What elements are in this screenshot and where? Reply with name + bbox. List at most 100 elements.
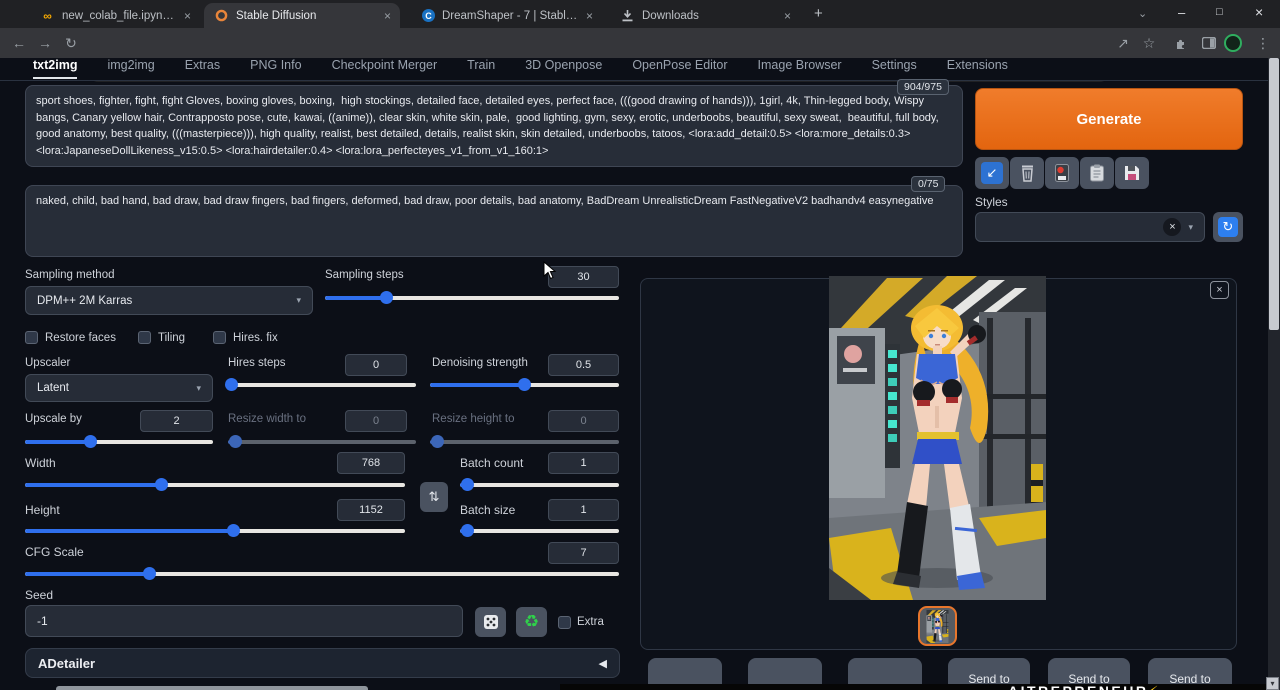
tab-png-info[interactable]: PNG Info [250,58,301,77]
tab-search-icon[interactable]: ⌄ [1138,7,1147,20]
styles-dropdown[interactable]: × ▾ [975,212,1205,242]
tab-close-icon[interactable]: × [184,9,191,23]
resize-width-to-value: 0 [345,410,407,432]
width-slider[interactable] [25,478,405,491]
sampling-steps-slider[interactable] [325,291,619,304]
tab-image-browser[interactable]: Image Browser [758,58,842,77]
bookmark-star-icon[interactable]: ☆ [1138,32,1160,54]
tab-extras[interactable]: Extras [185,58,220,77]
refresh-icon: ↻ [1218,217,1238,237]
extensions-puzzle-icon[interactable] [1170,32,1192,54]
tab-train[interactable]: Train [467,58,495,77]
chevron-down-icon: ▾ [296,295,301,306]
cfg-scale-label: CFG Scale [25,545,84,559]
sampling-method-dropdown[interactable]: DPM++ 2M Karras ▾ [25,286,313,315]
tab-extensions[interactable]: Extensions [947,58,1008,77]
negative-prompt-input[interactable]: naked, child, bad hand, bad draw, bad dr… [25,185,963,257]
clear-prompt-button[interactable] [1010,157,1044,189]
width-value[interactable]: 768 [337,452,405,474]
extra-networks-button[interactable] [1045,157,1079,189]
window-close-button[interactable]: × [1255,4,1263,20]
seed-input[interactable]: -1 [25,605,463,637]
styles-refresh-button[interactable]: ↻ [1213,212,1243,242]
tab-openpose-editor[interactable]: OpenPose Editor [632,58,727,77]
profile-avatar[interactable] [1222,32,1244,54]
batch-size-slider[interactable] [460,524,619,537]
batch-count-slider[interactable] [460,478,619,491]
dice-icon [483,614,499,630]
generated-image[interactable] [829,276,1046,600]
browser-tab-civitai[interactable]: C DreamShaper - 7 | Stable Diffusio × [412,3,602,28]
hires-steps-slider[interactable] [228,378,416,391]
forward-button[interactable]: → [34,32,56,54]
styles-clear-icon[interactable]: × [1163,218,1181,236]
swap-icon: ⇅ [429,489,440,505]
upscaler-dropdown[interactable]: Latent ▾ [25,374,213,402]
random-seed-button[interactable] [475,607,506,637]
batch-size-value[interactable]: 1 [548,499,619,521]
extra-seed-checkbox[interactable] [558,616,571,629]
paste-generation-params-button[interactable]: ↙ [975,157,1009,189]
upscale-by-value[interactable]: 2 [140,410,213,432]
gallery-thumbnail-selected[interactable] [918,606,957,646]
floppy-save-icon [1124,165,1140,181]
browser-tab-strip: ∞ new_colab_file.ipynb - Colaborati × St… [0,0,1280,28]
adetailer-accordion[interactable]: ADetailer ◀ [25,648,620,678]
prompt-input[interactable]: sport shoes, fighter, fight, fight Glove… [25,85,963,167]
save-style-button[interactable] [1115,157,1149,189]
side-panel-icon[interactable] [1198,32,1220,54]
tiling-label: Tiling [158,332,185,344]
reload-button[interactable]: ↻ [60,32,82,54]
browser-menu-icon[interactable]: ⋮ [1252,32,1274,54]
hires-fix-checkbox[interactable] [213,331,226,344]
height-slider[interactable] [25,524,405,537]
share-icon[interactable]: ↗ [1112,32,1134,54]
height-label: Height [25,503,60,517]
tab-close-icon[interactable]: × [586,9,593,23]
civitai-icon: C [422,9,435,22]
gallery-close-button[interactable]: × [1210,281,1229,299]
back-button[interactable]: ← [8,32,30,54]
window-maximize-button[interactable]: □ [1216,6,1223,18]
styles-label: Styles [975,195,1008,209]
negative-prompt-token-counter: 0/75 [911,176,945,192]
browser-tab-colab[interactable]: ∞ new_colab_file.ipynb - Colaborati × [30,3,200,28]
adetailer-label: ADetailer [38,656,95,671]
reuse-seed-button[interactable]: ♻ [516,607,547,637]
tab-close-icon[interactable]: × [384,9,391,23]
browser-tab-stable-diffusion[interactable]: Stable Diffusion × [204,3,400,28]
tab-img2img[interactable]: img2img [107,58,154,77]
new-tab-button[interactable]: + [814,5,823,22]
tab-close-icon[interactable]: × [784,9,791,23]
cfg-scale-value[interactable]: 7 [548,542,619,564]
swap-width-height-button[interactable]: ⇅ [420,482,448,512]
denoising-strength-slider[interactable] [430,378,619,391]
upscale-by-label: Upscale by [25,413,82,425]
tiling-checkbox[interactable] [138,331,151,344]
extra-seed-label: Extra [577,616,604,628]
upscale-by-slider[interactable] [25,435,213,448]
sampling-steps-value[interactable]: 30 [548,266,619,288]
apply-styles-button[interactable] [1080,157,1114,189]
page-scrollbar-thumb[interactable] [1269,58,1279,330]
browser-tab-downloads[interactable]: Downloads × [610,3,800,28]
chevron-down-icon: ▾ [196,383,201,394]
height-value[interactable]: 1152 [337,499,405,521]
scrollbar-down-button[interactable]: ▾ [1266,677,1279,690]
cfg-scale-slider[interactable] [25,567,619,580]
tab-3d-openpose[interactable]: 3D Openpose [525,58,602,77]
width-label: Width [25,456,56,470]
batch-count-value[interactable]: 1 [548,452,619,474]
restore-faces-checkbox[interactable] [25,331,38,344]
hires-steps-label: Hires steps [228,357,286,369]
tab-settings[interactable]: Settings [872,58,917,77]
generate-button[interactable]: Generate [975,88,1243,150]
window-minimize-button[interactable]: – [1178,5,1185,20]
tab-title: Stable Diffusion [236,10,378,22]
tab-checkpoint-merger[interactable]: Checkpoint Merger [332,58,438,77]
browser-toolbar: ← → ↻ ↗ ☆ ⋮ 3a59ec42041dbb46cb.gradio.li… [0,28,1280,58]
denoising-strength-value[interactable]: 0.5 [548,354,619,376]
tab-txt2img[interactable]: txt2img [33,58,77,79]
hires-steps-value[interactable]: 0 [345,354,407,376]
restore-faces-label: Restore faces [45,332,116,344]
